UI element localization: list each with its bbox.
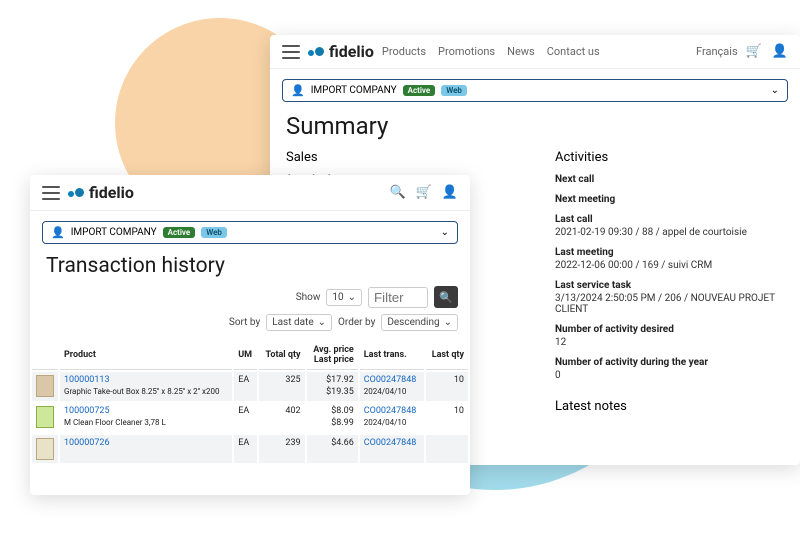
last-call-label: Last call [555, 214, 784, 225]
transaction-table: Product UM Total qty Avg. priceLast pric… [30, 339, 470, 465]
filter-row-1: Show 10⌄ 🔍 [30, 282, 470, 312]
company-name: IMPORT COMPANY [311, 85, 397, 96]
cell-lastqty [426, 435, 468, 463]
th-um: UM [234, 341, 257, 370]
language-toggle[interactable]: Français [696, 45, 738, 58]
cell-um: EA [234, 435, 257, 463]
page-title: Transaction history [46, 254, 454, 278]
page-title: Summary [286, 112, 784, 140]
table-row[interactable]: 100000726 EA 239 $4.66 CO00247848 [32, 435, 468, 463]
menu-icon[interactable] [42, 186, 60, 200]
badge-active: Active [403, 85, 436, 96]
topbar-back: fidelio Products Promotions News Contact… [270, 35, 800, 69]
product-code[interactable]: 100000725 [64, 406, 110, 416]
th-lasttrans: Last trans. [360, 341, 424, 370]
product-image [36, 438, 54, 460]
order-select[interactable]: Descending⌄ [381, 314, 458, 331]
num-desired-label: Number of activity desired [555, 324, 784, 335]
num-desired-value: 12 [555, 337, 784, 348]
sort-select[interactable]: Last date⌄ [266, 314, 332, 331]
last-service-label: Last service task [555, 280, 784, 291]
activities-heading: Activities [555, 150, 784, 165]
cell-totalqty: 239 [259, 435, 304, 463]
th-product: Product [60, 341, 232, 370]
nav-contact[interactable]: Contact us [547, 45, 600, 58]
filter-row-2: Sort by Last date⌄ Order by Descending⌄ [30, 312, 470, 339]
chevron-down-icon: ⌄ [444, 317, 452, 328]
table-row[interactable]: 100000725 M Clean Floor Cleaner 3,78 L EA… [32, 403, 468, 432]
cell-lastqty: 10 [426, 372, 468, 401]
product-name: Graphic Take-out Box 8.25'' x 8.25'' x 2… [64, 387, 219, 396]
cart-icon[interactable]: 🛒 [416, 185, 432, 200]
nav-promotions[interactable]: Promotions [438, 45, 495, 58]
brand-text: fidelio [89, 183, 134, 202]
user-icon[interactable]: 👤 [772, 44, 788, 59]
search-button[interactable]: 🔍 [434, 286, 458, 308]
next-meeting-label: Next meeting [555, 194, 784, 205]
company-name: IMPORT COMPANY [71, 227, 157, 238]
person-icon: 👤 [51, 226, 65, 239]
cell-um: EA [234, 372, 257, 401]
product-image [36, 375, 54, 397]
th-lastqty: Last qty [426, 341, 468, 370]
product-code[interactable]: 100000113 [64, 375, 110, 385]
chevron-down-icon[interactable]: ⌄ [771, 85, 779, 96]
show-label: Show [296, 292, 321, 303]
badge-web: Web [441, 85, 467, 96]
num-year-value: 0 [555, 370, 784, 381]
chevron-down-icon: ⌄ [318, 317, 326, 328]
sales-heading: Sales [286, 150, 515, 165]
orderby-label: Order by [338, 317, 375, 328]
show-select[interactable]: 10⌄ [326, 289, 362, 306]
brand-text: fidelio [329, 42, 374, 61]
chevron-down-icon[interactable]: ⌄ [441, 227, 449, 238]
cell-price: $17.92$19.35 [307, 372, 358, 401]
cell-um: EA [234, 403, 257, 432]
nav-news[interactable]: News [507, 45, 535, 58]
user-icon[interactable]: 👤 [442, 185, 458, 200]
product-image [36, 406, 54, 428]
nav-products[interactable]: Products [382, 45, 426, 58]
person-icon: 👤 [291, 84, 305, 97]
cell-price: $8.09$8.99 [307, 403, 358, 432]
chevron-down-icon: ⌄ [348, 292, 356, 303]
nav-links: Products Promotions News Contact us [382, 45, 600, 58]
last-service-value: 3/13/2024 2:50:05 PM / 206 / NOUVEAU PRO… [555, 293, 784, 315]
th-avg: Avg. priceLast price [307, 341, 358, 370]
next-call-label: Next call [555, 174, 784, 185]
product-code[interactable]: 100000726 [64, 438, 110, 448]
cell-totalqty: 402 [259, 403, 304, 432]
company-selector[interactable]: 👤 IMPORT COMPANY Active Web ⌄ [42, 221, 458, 244]
cell-totalqty: 325 [259, 372, 304, 401]
sortby-label: Sort by [229, 317, 260, 328]
activities-column: Activities Next call Next meeting Last c… [555, 146, 784, 418]
company-selector[interactable]: 👤 IMPORT COMPANY Active Web ⌄ [282, 79, 788, 102]
th-totalqty: Total qty [259, 341, 304, 370]
cell-trans: CO002478482024/04/10 [360, 372, 424, 401]
brand-logo[interactable]: fidelio [308, 42, 374, 61]
cell-price: $4.66 [307, 435, 358, 463]
num-year-label: Number of activity during the year [555, 357, 784, 368]
transaction-panel: fidelio 🔍 🛒 👤 👤 IMPORT COMPANY Active We… [30, 175, 470, 495]
cell-lastqty: 10 [426, 403, 468, 432]
topbar-icons: 🔍 🛒 👤 [389, 185, 458, 200]
badge-web: Web [201, 227, 227, 238]
badge-active: Active [163, 227, 196, 238]
filter-input[interactable] [368, 287, 428, 308]
last-meeting-label: Last meeting [555, 247, 784, 258]
last-call-value: 2021-02-19 09:30 / 88 / appel de courtoi… [555, 227, 784, 238]
product-name: M Clean Floor Cleaner 3,78 L [64, 418, 166, 427]
latest-notes-heading: Latest notes [555, 399, 784, 414]
brand-logo[interactable]: fidelio [68, 183, 134, 202]
cell-trans: CO00247848 [360, 435, 424, 463]
table-row[interactable]: 100000113 Graphic Take-out Box 8.25'' x 8… [32, 372, 468, 401]
search-icon[interactable]: 🔍 [389, 185, 405, 200]
last-meeting-value: 2022-12-06 00:00 / 169 / suivi CRM [555, 260, 784, 271]
topbar-icons: 🛒 👤 [746, 44, 788, 59]
cell-trans: CO002478482024/04/10 [360, 403, 424, 432]
topbar-front: fidelio 🔍 🛒 👤 [30, 175, 470, 211]
menu-icon[interactable] [282, 45, 300, 59]
cart-icon[interactable]: 🛒 [746, 44, 762, 59]
